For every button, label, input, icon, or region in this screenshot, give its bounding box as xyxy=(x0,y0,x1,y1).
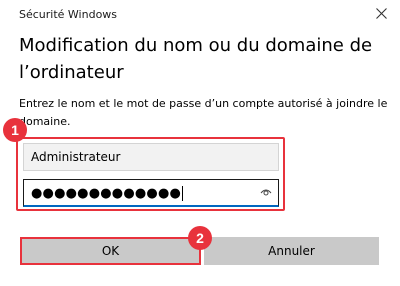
username-value: Administrateur xyxy=(31,150,121,164)
password-field[interactable]: ●●●●●●●●●●●●● xyxy=(23,179,279,207)
text-caret xyxy=(182,186,184,201)
password-value: ●●●●●●●●●●●●● xyxy=(31,186,182,201)
dialog-description: Entrez le nom et le mot de passe d’un co… xyxy=(19,97,388,128)
step-badge-2: 2 xyxy=(188,226,212,250)
close-icon xyxy=(376,8,387,19)
title-bar: Sécurité Windows xyxy=(0,0,400,28)
eye-icon[interactable] xyxy=(260,187,272,197)
step-badge-1: 1 xyxy=(3,118,27,142)
close-button[interactable] xyxy=(368,2,396,26)
window-title: Sécurité Windows xyxy=(19,8,118,21)
username-field[interactable]: Administrateur xyxy=(23,143,279,171)
ok-button[interactable]: OK xyxy=(20,237,201,265)
dialog-heading: Modification du nom ou du domaine de l’o… xyxy=(19,35,373,83)
cancel-button[interactable]: Annuler xyxy=(204,237,379,265)
